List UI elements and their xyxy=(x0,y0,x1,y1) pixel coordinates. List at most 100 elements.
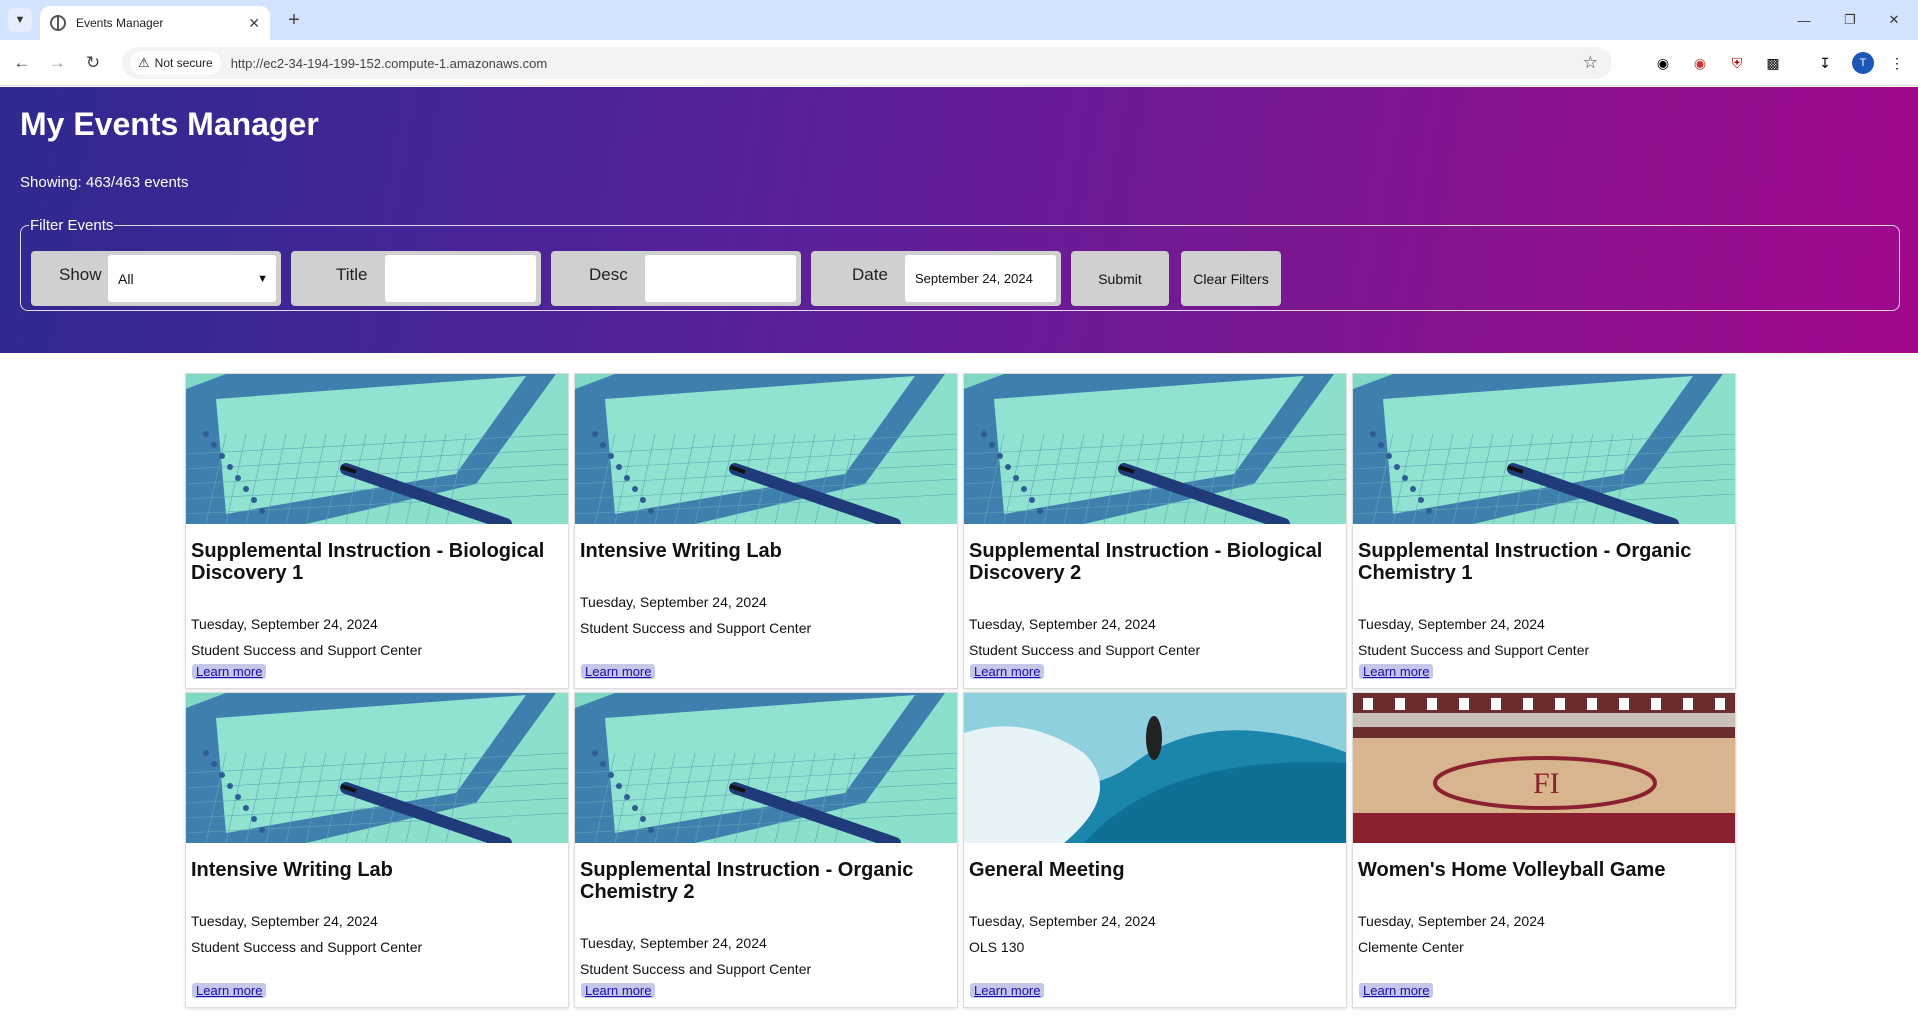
tab-list-chevron-icon[interactable]: ▼ xyxy=(8,8,32,32)
browser-toolbar: ← → ↻ ⚠ Not secure http://ec2-34-194-199… xyxy=(0,40,1918,86)
event-title: Supplemental Instruction - Organic Chemi… xyxy=(1358,540,1692,584)
event-date: Tuesday, September 24, 2024 xyxy=(191,616,378,632)
event-title: Women's Home Volleyball Game xyxy=(1358,859,1666,881)
desc-input[interactable] xyxy=(645,255,796,302)
learn-more-link[interactable]: Learn more xyxy=(970,664,1045,679)
notebook-photo xyxy=(964,374,1346,524)
event-location: Student Success and Support Center xyxy=(969,642,1201,658)
event-date: Tuesday, September 24, 2024 xyxy=(1358,616,1545,632)
title-input[interactable] xyxy=(385,255,536,302)
event-date: Tuesday, September 24, 2024 xyxy=(580,935,767,951)
filter-panel: Filter Events Show All ▼ Title Desc Date… xyxy=(20,217,1900,311)
event-location: Student Success and Support Center xyxy=(1358,642,1590,658)
globe-icon xyxy=(50,15,66,31)
more-menu-icon[interactable]: ⋮ xyxy=(1886,52,1908,74)
learn-more-link[interactable]: Learn more xyxy=(1359,664,1434,679)
profile-avatar[interactable]: T xyxy=(1852,52,1874,74)
show-select-value: All xyxy=(118,270,134,287)
show-select[interactable]: All ▼ xyxy=(108,255,276,302)
address-bar[interactable]: ⚠ Not secure http://ec2-34-194-199-152.c… xyxy=(122,47,1612,79)
event-card: Supplemental Instruction - Organic Chemi… xyxy=(1352,373,1736,689)
extension-cookie-icon[interactable]: ◉ xyxy=(1652,52,1674,74)
event-date: Tuesday, September 24, 2024 xyxy=(969,913,1156,929)
new-tab-icon[interactable]: + xyxy=(282,8,306,32)
svg-text:FI: FI xyxy=(1533,767,1560,800)
tab-title: Events Manager xyxy=(76,16,164,30)
download-icon[interactable]: ↧ xyxy=(1814,52,1836,74)
desc-filter: Desc xyxy=(551,251,801,306)
event-title: Supplemental Instruction - Biological Di… xyxy=(969,540,1323,584)
event-image xyxy=(1353,374,1735,524)
forward-icon[interactable]: → xyxy=(44,50,70,76)
event-card: Intensive Writing Lab Tuesday, September … xyxy=(574,373,958,689)
browser-tab-bar: ▼ Events Manager ✕ + — ❐ ✕ xyxy=(0,0,1918,40)
url-text[interactable]: http://ec2-34-194-199-152.compute-1.amaz… xyxy=(231,56,548,71)
event-location: Student Success and Support Center xyxy=(191,939,423,955)
close-window-icon[interactable]: ✕ xyxy=(1872,0,1916,40)
event-image xyxy=(186,374,568,524)
ublock-shield-icon[interactable]: ⛨ xyxy=(1726,52,1748,74)
page-title: My Events Manager xyxy=(20,106,319,142)
reload-icon[interactable]: ↻ xyxy=(80,50,106,76)
page-header: My Events Manager Showing: 463/463 event… xyxy=(0,87,1918,353)
event-title: Intensive Writing Lab xyxy=(580,540,782,562)
events-count: Showing: 463/463 events xyxy=(20,174,189,191)
date-input[interactable]: September 24, 2024 xyxy=(905,255,1056,302)
warning-icon: ⚠ xyxy=(138,55,150,70)
event-image xyxy=(575,374,957,524)
event-title: Supplemental Instruction - Organic Chemi… xyxy=(580,859,914,903)
event-title: General Meeting xyxy=(969,859,1125,881)
learn-more-link[interactable]: Learn more xyxy=(1359,983,1434,998)
browser-tab[interactable]: Events Manager ✕ xyxy=(40,6,270,40)
clear-filters-button[interactable]: Clear Filters xyxy=(1181,251,1281,306)
bookmark-star-icon[interactable]: ☆ xyxy=(1583,53,1598,73)
event-date: Tuesday, September 24, 2024 xyxy=(969,616,1156,632)
event-image xyxy=(964,693,1346,843)
restore-icon[interactable]: ❐ xyxy=(1828,0,1872,40)
learn-more-link[interactable]: Learn more xyxy=(581,983,656,998)
chevron-down-icon: ▼ xyxy=(257,272,268,285)
title-label: Title xyxy=(336,265,368,284)
event-location: OLS 130 xyxy=(969,939,1025,955)
extension-icon[interactable]: ◉ xyxy=(1689,52,1711,74)
desc-label: Desc xyxy=(589,265,628,284)
extensions-puzzle-icon[interactable]: ▩ xyxy=(1762,52,1784,74)
date-label: Date xyxy=(852,265,888,284)
event-location: Clemente Center xyxy=(1358,939,1464,955)
event-card: Supplemental Instruction - Biological Di… xyxy=(185,373,569,689)
event-card: General Meeting Tuesday, September 24, 20… xyxy=(963,692,1347,1008)
security-chip[interactable]: ⚠ Not secure xyxy=(130,51,221,75)
event-image xyxy=(575,693,957,843)
event-card: Supplemental Instruction - Organic Chemi… xyxy=(574,692,958,1008)
notebook-photo xyxy=(575,374,957,524)
surf-photo xyxy=(964,693,1346,843)
gym-court-photo: FI xyxy=(1353,693,1735,843)
event-location: Student Success and Support Center xyxy=(580,961,812,977)
close-tab-icon[interactable]: ✕ xyxy=(248,15,260,32)
event-location: Student Success and Support Center xyxy=(580,620,812,636)
learn-more-link[interactable]: Learn more xyxy=(192,983,267,998)
event-image xyxy=(964,374,1346,524)
event-title: Supplemental Instruction - Biological Di… xyxy=(191,540,545,584)
event-title: Intensive Writing Lab xyxy=(191,859,393,881)
show-filter: Show All ▼ xyxy=(31,251,281,306)
event-image: FI xyxy=(1353,693,1735,843)
event-location: Student Success and Support Center xyxy=(191,642,423,658)
event-date: Tuesday, September 24, 2024 xyxy=(191,913,378,929)
event-card: FI Women's Home Volleyball Game Tuesday, S… xyxy=(1352,692,1736,1008)
back-icon[interactable]: ← xyxy=(9,50,35,76)
notebook-photo xyxy=(1353,374,1735,524)
event-date: Tuesday, September 24, 2024 xyxy=(580,594,767,610)
notebook-photo xyxy=(186,693,568,843)
submit-button[interactable]: Submit xyxy=(1071,251,1169,306)
learn-more-link[interactable]: Learn more xyxy=(970,983,1045,998)
not-secure-label: Not secure xyxy=(154,56,213,70)
filter-legend: Filter Events xyxy=(30,217,114,234)
learn-more-link[interactable]: Learn more xyxy=(192,664,267,679)
minimize-icon[interactable]: — xyxy=(1782,0,1826,40)
event-image xyxy=(186,693,568,843)
date-filter: Date September 24, 2024 xyxy=(811,251,1061,306)
title-filter: Title xyxy=(291,251,541,306)
learn-more-link[interactable]: Learn more xyxy=(581,664,656,679)
event-date: Tuesday, September 24, 2024 xyxy=(1358,913,1545,929)
